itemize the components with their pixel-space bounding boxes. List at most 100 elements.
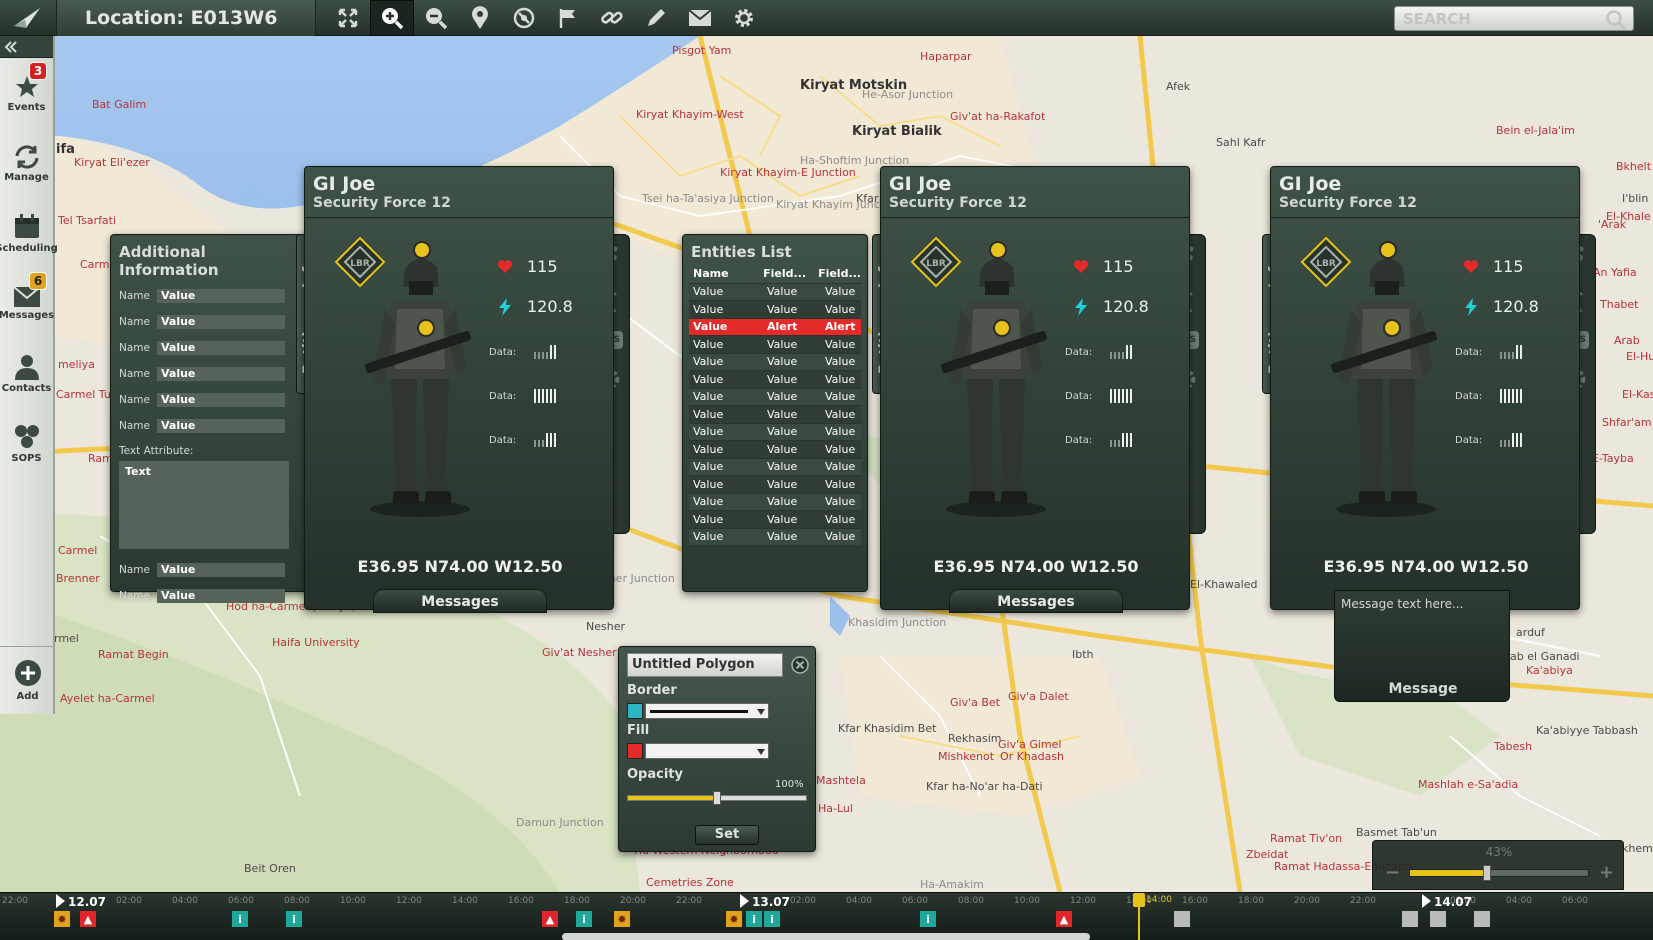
table-row[interactable]: Value Value Value bbox=[689, 300, 861, 318]
add-button[interactable]: Add bbox=[0, 646, 55, 714]
sidebar-item-manage[interactable]: Manage bbox=[0, 128, 53, 198]
zoom-in-step-button[interactable]: + bbox=[1599, 862, 1614, 883]
draw-button[interactable] bbox=[634, 0, 678, 36]
timeline-scrollbar[interactable] bbox=[562, 933, 1090, 940]
link-button[interactable] bbox=[590, 0, 634, 36]
timeline-event-gray-icon[interactable] bbox=[1402, 911, 1418, 927]
column-header[interactable]: Field... bbox=[814, 267, 861, 280]
timeline-event-gray-icon[interactable] bbox=[1174, 911, 1190, 927]
timeline[interactable]: 22:00 02:00 04:00 06:00 08:00 10:00 12:00 14:00… bbox=[0, 892, 1653, 940]
table-row[interactable]: Value Value Value bbox=[689, 527, 861, 545]
timeline-day-label[interactable]: 13.07 bbox=[740, 894, 790, 909]
timeline-event-info-icon[interactable]: i bbox=[576, 911, 592, 927]
search-input[interactable] bbox=[1403, 9, 1593, 28]
timeline-hour-label: 22:00 bbox=[2, 896, 28, 906]
info-row-value[interactable]: Value bbox=[157, 563, 285, 577]
table-row[interactable]: Value Value Value bbox=[689, 387, 861, 405]
messages-button[interactable]: Messages bbox=[949, 589, 1123, 613]
device-marker-icon[interactable] bbox=[993, 319, 1011, 337]
settings-button[interactable] bbox=[722, 0, 766, 36]
timeline-event-alarm-icon[interactable]: ▲ bbox=[80, 911, 96, 927]
fullscreen-button[interactable] bbox=[326, 0, 370, 36]
fill-color-swatch[interactable] bbox=[627, 743, 643, 759]
device-marker-icon[interactable] bbox=[413, 241, 431, 259]
info-row-value[interactable]: Value bbox=[157, 341, 285, 355]
search-box[interactable] bbox=[1394, 6, 1634, 31]
app-logo-icon[interactable] bbox=[0, 0, 54, 36]
column-header[interactable]: Name bbox=[689, 267, 759, 280]
device-marker-icon[interactable] bbox=[417, 319, 435, 337]
table-cell: Value bbox=[825, 442, 856, 456]
zoom-in-button[interactable] bbox=[370, 0, 414, 36]
table-row[interactable]: Value Value Value bbox=[689, 492, 861, 510]
message-text-input[interactable]: Message text here... bbox=[1335, 591, 1509, 617]
border-color-swatch[interactable] bbox=[627, 703, 643, 719]
polygon-name-input[interactable]: Untitled Polygon bbox=[627, 653, 783, 677]
unit-name: Security Force 12 bbox=[1271, 195, 1579, 218]
timeline-day-label[interactable]: 14.07 bbox=[1422, 894, 1472, 909]
sidebar-item-scheduling[interactable]: Scheduling bbox=[0, 198, 58, 268]
sidebar-item-messages[interactable]: Messages 6 bbox=[0, 268, 54, 338]
timeline-event-gray-icon[interactable] bbox=[1474, 911, 1490, 927]
zoom-slider[interactable] bbox=[1409, 865, 1589, 881]
table-row[interactable]: Value Value Value bbox=[689, 475, 861, 493]
target-button[interactable] bbox=[502, 0, 546, 36]
table-row[interactable]: Value Alert Alert bbox=[689, 317, 861, 335]
opacity-slider-handle[interactable] bbox=[713, 791, 721, 805]
table-row[interactable]: Value Value Value bbox=[689, 422, 861, 440]
info-row-value[interactable]: Value bbox=[157, 367, 285, 381]
device-marker-icon[interactable] bbox=[989, 241, 1007, 259]
info-row-value[interactable]: Value bbox=[157, 419, 285, 433]
map-label: meliya bbox=[58, 358, 95, 371]
timeline-event-star-icon[interactable]: ✸ bbox=[726, 911, 742, 927]
table-row[interactable]: Value Value Value bbox=[689, 405, 861, 423]
timeline-event-info-icon[interactable]: i bbox=[764, 911, 780, 927]
search-icon[interactable] bbox=[1605, 9, 1627, 31]
table-row[interactable]: Value Value Value bbox=[689, 282, 861, 300]
timeline-event-info-icon[interactable]: i bbox=[746, 911, 762, 927]
timeline-day-label[interactable]: 12.07 bbox=[56, 894, 106, 909]
timeline-event-alarm-icon[interactable]: ▲ bbox=[542, 911, 558, 927]
sidebar-item-contacts[interactable]: Contacts bbox=[0, 338, 53, 408]
table-row[interactable]: Value Value Value bbox=[689, 457, 861, 475]
table-row[interactable]: Value Value Value bbox=[689, 335, 861, 353]
messages-button[interactable]: Messages bbox=[373, 589, 547, 613]
table-row[interactable]: Value Value Value bbox=[689, 370, 861, 388]
opacity-slider[interactable] bbox=[627, 791, 807, 805]
info-row-value[interactable]: Value bbox=[157, 393, 285, 407]
close-icon[interactable] bbox=[791, 656, 809, 674]
column-header[interactable]: Field... bbox=[759, 267, 814, 280]
sidebar-item-sops[interactable]: SOPS bbox=[0, 408, 53, 478]
info-row-value[interactable]: Value bbox=[157, 289, 285, 303]
zoom-out-button[interactable] bbox=[414, 0, 458, 36]
mail-button[interactable] bbox=[678, 0, 722, 36]
timeline-event-info-icon[interactable]: i bbox=[920, 911, 936, 927]
table-row[interactable]: Value Value Value bbox=[689, 352, 861, 370]
timeline-event-info-icon[interactable]: i bbox=[232, 911, 248, 927]
text-attribute-field[interactable]: Text bbox=[119, 461, 289, 549]
place-pin-button[interactable] bbox=[458, 0, 502, 36]
timeline-current-time-marker[interactable]: 14:00 bbox=[1133, 893, 1172, 940]
device-marker-icon[interactable] bbox=[1383, 319, 1401, 337]
timeline-event-gray-icon[interactable] bbox=[1430, 911, 1446, 927]
info-row: Name Value bbox=[111, 583, 309, 609]
zoom-out-step-button[interactable]: − bbox=[1385, 862, 1400, 883]
timeline-event-star-icon[interactable]: ✸ bbox=[54, 911, 70, 927]
device-marker-icon[interactable] bbox=[1379, 241, 1397, 259]
timeline-event-star-icon[interactable]: ✸ bbox=[614, 911, 630, 927]
timeline-event-info-icon[interactable]: i bbox=[286, 911, 302, 927]
table-row[interactable]: Value Value Value bbox=[689, 510, 861, 528]
set-button[interactable]: Set bbox=[695, 825, 759, 845]
zoom-slider-handle[interactable] bbox=[1482, 865, 1491, 881]
sidebar-item-events[interactable]: Events 3 bbox=[0, 58, 53, 128]
border-style-dropdown[interactable] bbox=[645, 703, 769, 719]
fill-style-dropdown[interactable] bbox=[645, 743, 769, 759]
send-message-button[interactable]: Message bbox=[1335, 681, 1511, 697]
table-row[interactable]: Value Value Value bbox=[689, 440, 861, 458]
flag-button[interactable] bbox=[546, 0, 590, 36]
table-cell: Value bbox=[767, 355, 798, 369]
collapse-sidebar-button[interactable] bbox=[0, 36, 53, 58]
info-row-value[interactable]: Value bbox=[157, 315, 285, 329]
info-row-value[interactable]: Value bbox=[157, 589, 285, 603]
timeline-event-alarm-icon[interactable]: ▲ bbox=[1056, 911, 1072, 927]
